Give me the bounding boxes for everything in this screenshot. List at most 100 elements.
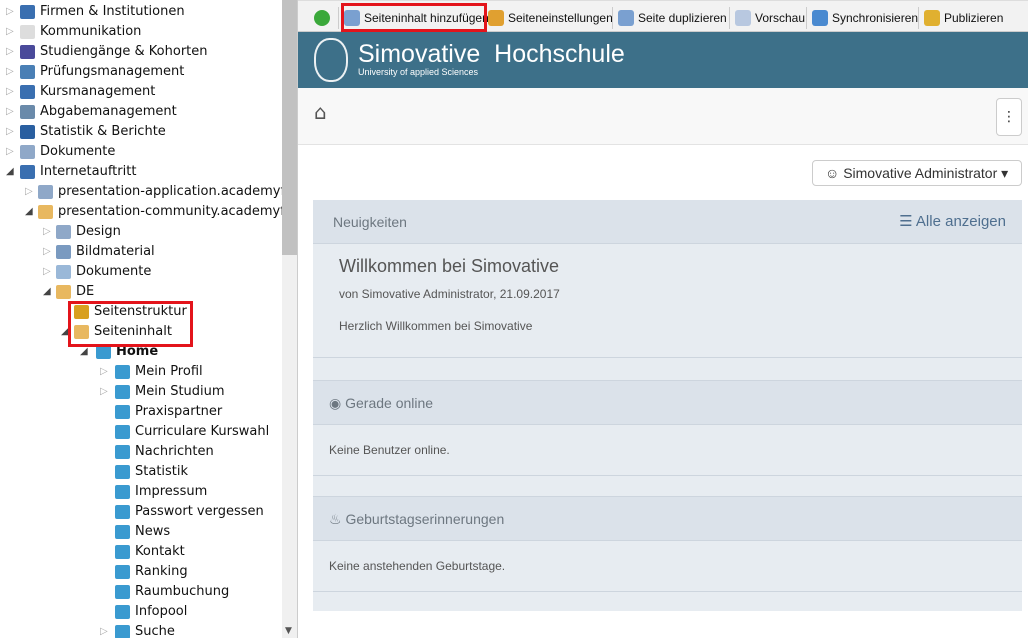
tree-item-label: Kursmanagement <box>40 84 156 99</box>
tree-item[interactable]: ◢ Internetauftritt <box>0 162 282 182</box>
toolbar-button-label: Seiteneinstellungen <box>508 11 613 25</box>
toolbar-button-label: Synchronisieren <box>832 11 919 25</box>
more-options-button[interactable]: ⋮ <box>996 98 1022 136</box>
tree-item[interactable]: Nachrichten <box>0 442 282 462</box>
tree-item[interactable]: Ranking <box>0 562 282 582</box>
tree-item[interactable]: Impressum <box>0 482 282 502</box>
tree-item[interactable]: ▷ Mein Studium <box>0 382 282 402</box>
tree-item-label: Design <box>76 224 121 239</box>
news-meta: von Simovative Administrator, 21.09.2017 <box>339 287 560 301</box>
home-icon[interactable]: ⌂ <box>314 100 327 124</box>
tree-item[interactable]: ▷ Statistik & Berichte <box>0 122 282 142</box>
collapse-icon[interactable]: ◢ <box>25 202 35 222</box>
tree-item-label: Mein Studium <box>135 384 225 399</box>
expand-icon[interactable]: ▷ <box>43 262 53 282</box>
tree-item-label: Statistik & Berichte <box>40 124 166 139</box>
toolbar-button[interactable]: Publizieren <box>924 9 1003 27</box>
expand-icon[interactable]: ▷ <box>100 362 110 382</box>
page-icon <box>115 525 130 539</box>
page-icon <box>115 385 130 399</box>
expand-icon[interactable]: ▷ <box>6 122 16 142</box>
tree-item[interactable]: ▷ Abgabemanagement <box>0 102 282 122</box>
tree-item[interactable]: ▷ Dokumente <box>0 142 282 162</box>
news-title[interactable]: Willkommen bei Simovative <box>339 244 1022 277</box>
tree-item[interactable]: ▷ Kommunikation <box>0 22 282 42</box>
tree-item[interactable]: Curriculare Kurswahl <box>0 422 282 442</box>
birthdays-heading: Geburtstagserinnerungen <box>345 511 505 527</box>
expand-icon[interactable]: ▷ <box>6 22 16 42</box>
scroll-down-icon[interactable]: ▼ <box>285 626 292 636</box>
tree-item-label: Internetauftritt <box>40 164 137 179</box>
tree-item-label: Bildmaterial <box>76 244 155 259</box>
site-banner: Simovative Hochschule University of appl… <box>298 32 1028 88</box>
collapse-icon[interactable]: ◢ <box>43 282 53 302</box>
tree-item[interactable]: ▷ presentation-application.academyfive <box>0 182 282 202</box>
toolbar-button[interactable] <box>314 9 334 27</box>
page-icon <box>96 345 111 359</box>
check-icon <box>314 10 330 26</box>
show-all-label: Alle anzeigen <box>915 213 1006 230</box>
tree-item[interactable]: ◢ DE <box>0 282 282 302</box>
tree-scrollbar[interactable]: ▼ <box>282 0 298 638</box>
tree-item-label: Infopool <box>135 604 188 619</box>
user-menu-button[interactable]: ☺ Simovative Administrator ▾ <box>812 160 1022 186</box>
online-panel: ◉ Gerade online Keine Benutzer online. <box>313 380 1022 476</box>
toolbar-button[interactable]: Seiteneinstellungen <box>488 9 613 27</box>
tree-item[interactable]: ▷ Mein Profil <box>0 362 282 382</box>
highlight-box-toolbar <box>341 3 487 32</box>
expand-icon[interactable]: ▷ <box>6 102 16 122</box>
tree-item[interactable]: ▷ Studiengänge & Kohorten <box>0 42 282 62</box>
duplicate-icon <box>618 10 634 26</box>
tree-item[interactable]: ▷ Design <box>0 222 282 242</box>
tree-item[interactable]: Raumbuchung <box>0 582 282 602</box>
toolbar-separator <box>338 7 339 29</box>
tree-item-label: Mein Profil <box>135 364 203 379</box>
expand-icon[interactable]: ▷ <box>6 82 16 102</box>
expand-icon[interactable]: ▷ <box>25 182 35 202</box>
tree-item[interactable]: Praxispartner <box>0 402 282 422</box>
toolbar-separator <box>612 7 613 29</box>
tree-item[interactable]: ▷ Kursmanagement <box>0 82 282 102</box>
expand-icon[interactable]: ▷ <box>6 42 16 62</box>
folder-open-icon <box>38 205 53 219</box>
tree-item[interactable]: Statistik <box>0 462 282 482</box>
news-text: Herzlich Willkommen bei Simovative <box>339 319 533 333</box>
tree-item[interactable]: Infopool <box>0 602 282 622</box>
preview-icon <box>735 10 751 26</box>
expand-icon[interactable]: ▷ <box>6 142 16 162</box>
page-icon <box>115 585 130 599</box>
tree-item[interactable]: News <box>0 522 282 542</box>
tree-item-label: Raumbuchung <box>135 584 230 599</box>
sync-icon <box>812 10 828 26</box>
collapse-icon[interactable]: ◢ <box>6 162 16 182</box>
expand-icon[interactable]: ▷ <box>6 62 16 82</box>
tree-item-label: Passwort vergessen <box>135 504 264 519</box>
birthdays-panel: ♨ Geburtstagserinnerungen Keine anstehen… <box>313 496 1022 592</box>
tree-item[interactable]: ▷ Dokumente <box>0 262 282 282</box>
scrollbar-thumb[interactable] <box>282 0 297 255</box>
expand-icon[interactable]: ▷ <box>6 2 16 22</box>
toolbar-button[interactable]: Synchronisieren <box>812 9 918 27</box>
tree-item-label: Dokumente <box>40 144 116 159</box>
tree-item[interactable]: ◢ presentation-community.academyfive <box>0 202 282 222</box>
expand-icon[interactable]: ▷ <box>43 222 53 242</box>
expand-icon[interactable]: ▷ <box>100 622 110 638</box>
tree-item[interactable]: ▷ Bildmaterial <box>0 242 282 262</box>
page-icon <box>115 365 130 379</box>
online-heading: Gerade online <box>345 395 434 411</box>
toolbar-button-label: Publizieren <box>944 11 1004 25</box>
toolbar-button[interactable]: Seite duplizieren <box>618 9 727 27</box>
show-all-link[interactable]: ☰ Alle anzeigen <box>899 200 1006 244</box>
site-subtitle: University of applied Sciences <box>358 67 479 77</box>
toolbar-button[interactable]: Vorschau <box>735 9 805 27</box>
page-icon <box>115 465 130 479</box>
tree-item-label: Kommunikation <box>40 24 142 39</box>
expand-icon[interactable]: ▷ <box>100 382 110 402</box>
tree-item[interactable]: Kontakt <box>0 542 282 562</box>
tree-item[interactable]: ▷ Suche <box>0 622 282 638</box>
tree-item[interactable]: ▷ Firmen & Institutionen <box>0 2 282 22</box>
expand-icon[interactable]: ▷ <box>43 242 53 262</box>
page-icon <box>115 625 130 638</box>
tree-item[interactable]: Passwort vergessen <box>0 502 282 522</box>
tree-item[interactable]: ▷ Prüfungsmanagement <box>0 62 282 82</box>
